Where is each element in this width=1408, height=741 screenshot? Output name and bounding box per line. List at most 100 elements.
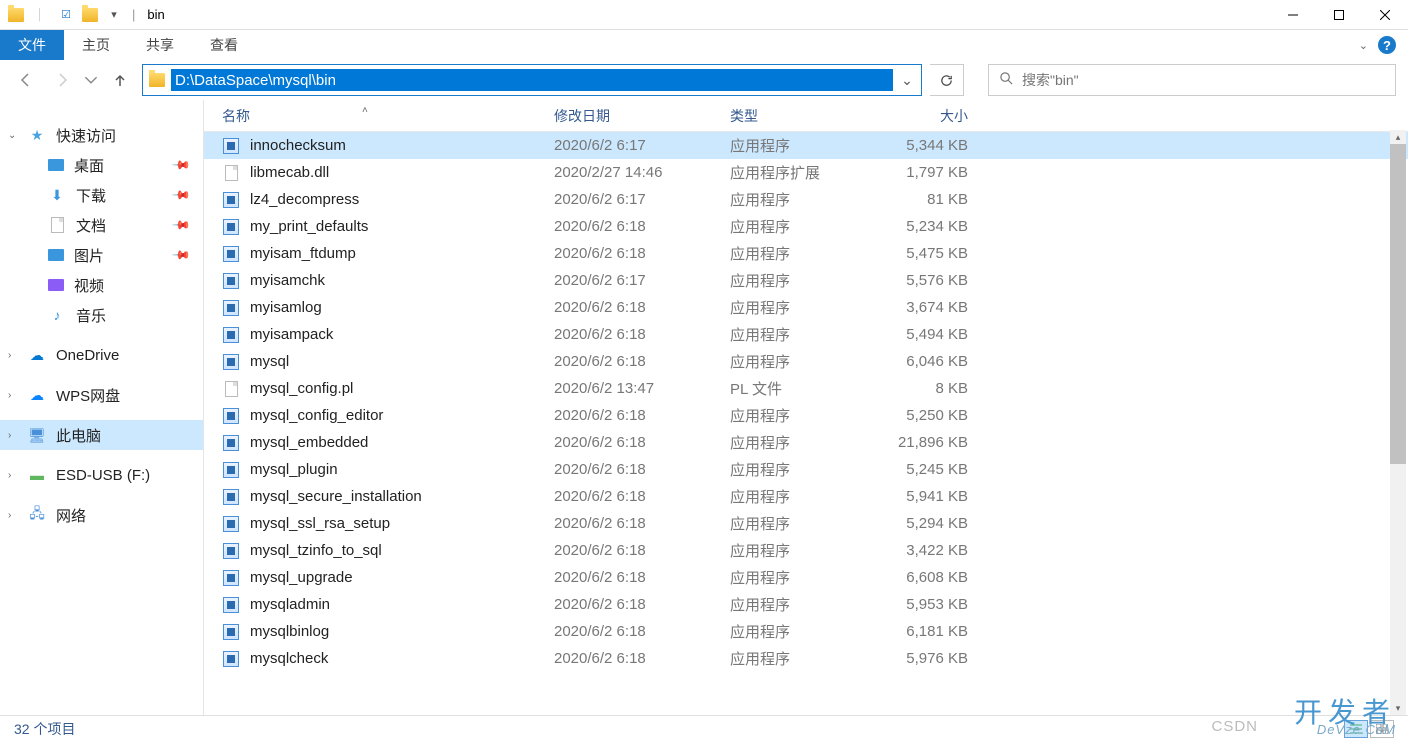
close-button[interactable] — [1362, 0, 1408, 30]
help-icon[interactable]: ? — [1378, 36, 1396, 54]
scroll-thumb[interactable] — [1390, 144, 1406, 464]
chevron-right-icon[interactable]: › — [8, 510, 11, 521]
file-row[interactable]: my_print_defaults2020/6/2 6:18应用程序5,234 … — [204, 213, 1408, 240]
file-row[interactable]: mysql_embedded2020/6/2 6:18应用程序21,896 KB — [204, 429, 1408, 456]
file-name: mysql_config.pl — [250, 380, 554, 397]
pin-icon: 📌 — [171, 185, 191, 205]
file-row[interactable]: myisampack2020/6/2 6:18应用程序5,494 KB — [204, 321, 1408, 348]
sidebar-wps[interactable]: ›☁WPS网盘 — [0, 380, 203, 410]
nav-back-button[interactable] — [12, 66, 40, 94]
file-row[interactable]: myisamlog2020/6/2 6:18应用程序3,674 KB — [204, 294, 1408, 321]
qat-check-icon[interactable]: ☑ — [56, 5, 76, 25]
chevron-right-icon[interactable]: › — [8, 430, 11, 441]
sidebar-network[interactable]: ›🖧网络 — [0, 500, 203, 530]
file-row[interactable]: lz4_decompress2020/6/2 6:17应用程序81 KB — [204, 186, 1408, 213]
file-type: 应用程序 — [730, 270, 884, 291]
file-row[interactable]: mysql_upgrade2020/6/2 6:18应用程序6,608 KB — [204, 564, 1408, 591]
sidebar-music[interactable]: ♪音乐 — [0, 300, 203, 330]
sort-asc-icon: ˄ — [362, 105, 368, 116]
scroll-down-icon[interactable]: ▾ — [1390, 701, 1406, 715]
nav-forward-button[interactable] — [48, 66, 76, 94]
ribbon-collapse-icon[interactable]: ⌄ — [1359, 39, 1368, 52]
details-view-button[interactable] — [1344, 720, 1368, 738]
file-size: 6,608 KB — [884, 569, 968, 586]
file-date: 2020/6/2 6:18 — [554, 596, 730, 613]
folder-icon — [8, 8, 24, 22]
file-row[interactable]: mysqlcheck2020/6/2 6:18应用程序5,976 KB — [204, 645, 1408, 672]
file-row[interactable]: mysql_config_editor2020/6/2 6:18应用程序5,25… — [204, 402, 1408, 429]
sidebar-this-pc[interactable]: ›🖥此电脑 — [0, 420, 203, 450]
pin-icon: 📌 — [171, 245, 191, 265]
file-row[interactable]: myisam_ftdump2020/6/2 6:18应用程序5,475 KB — [204, 240, 1408, 267]
chevron-right-icon[interactable]: › — [8, 470, 11, 481]
qat-dropdown-icon[interactable]: ▾ — [104, 5, 124, 25]
file-size: 3,422 KB — [884, 542, 968, 559]
file-row[interactable]: mysqladmin2020/6/2 6:18应用程序5,953 KB — [204, 591, 1408, 618]
file-size: 5,494 KB — [884, 326, 968, 343]
column-date[interactable]: 修改日期 — [554, 106, 730, 126]
column-size[interactable]: 大小 — [884, 106, 968, 126]
sidebar-item-label: 图片 — [74, 245, 104, 266]
file-row[interactable]: mysql_ssl_rsa_setup2020/6/2 6:18应用程序5,29… — [204, 510, 1408, 537]
nav-history-dropdown[interactable] — [84, 66, 98, 94]
app-icon — [222, 488, 240, 506]
column-type[interactable]: 类型 — [730, 106, 884, 126]
sidebar-videos[interactable]: 视频 — [0, 270, 203, 300]
file-size: 6,181 KB — [884, 623, 968, 640]
sidebar-pictures[interactable]: 图片 📌 — [0, 240, 203, 270]
sidebar-quick-access[interactable]: ⌄ ★ 快速访问 — [0, 120, 203, 150]
scroll-up-icon[interactable]: ▴ — [1390, 130, 1406, 144]
file-row[interactable]: mysql_config.pl2020/6/2 13:47PL 文件8 KB — [204, 375, 1408, 402]
address-input[interactable] — [171, 69, 893, 91]
star-icon: ★ — [28, 127, 46, 143]
tab-share[interactable]: 共享 — [128, 30, 192, 60]
file-size: 21,896 KB — [884, 434, 968, 451]
pc-icon: 🖥 — [28, 427, 46, 443]
search-box[interactable] — [988, 64, 1396, 96]
file-row[interactable]: mysql_tzinfo_to_sql2020/6/2 6:18应用程序3,42… — [204, 537, 1408, 564]
sidebar-downloads[interactable]: ⬇下载📌 — [0, 180, 203, 210]
file-row[interactable]: mysql_secure_installation2020/6/2 6:18应用… — [204, 483, 1408, 510]
nav-up-button[interactable] — [106, 66, 134, 94]
network-icon: 🖧 — [28, 507, 46, 523]
tab-file[interactable]: 文件 — [0, 30, 64, 60]
address-dropdown-icon[interactable]: ⌄ — [893, 72, 921, 89]
file-name: myisampack — [250, 326, 554, 343]
minimize-button[interactable] — [1270, 0, 1316, 30]
file-list[interactable]: innochecksum2020/6/2 6:17应用程序5,344 KBlib… — [204, 132, 1408, 715]
file-name: mysql_plugin — [250, 461, 554, 478]
sidebar-documents[interactable]: 文档📌 — [0, 210, 203, 240]
vertical-scrollbar[interactable]: ▴ ▾ — [1390, 130, 1406, 715]
chevron-down-icon[interactable]: ⌄ — [8, 130, 16, 141]
file-row[interactable]: mysqlbinlog2020/6/2 6:18应用程序6,181 KB — [204, 618, 1408, 645]
qat-folder-icon[interactable] — [82, 8, 98, 22]
address-bar[interactable]: ⌄ — [142, 64, 922, 96]
app-icon — [222, 515, 240, 533]
file-row[interactable]: libmecab.dll2020/2/27 14:46应用程序扩展1,797 K… — [204, 159, 1408, 186]
maximize-button[interactable] — [1316, 0, 1362, 30]
file-row[interactable]: mysql2020/6/2 6:18应用程序6,046 KB — [204, 348, 1408, 375]
app-icon — [222, 623, 240, 641]
chevron-right-icon[interactable]: › — [8, 350, 11, 361]
picture-icon — [48, 249, 64, 261]
file-size: 5,941 KB — [884, 488, 968, 505]
column-name[interactable]: 名称˄ — [222, 106, 554, 126]
thumbnails-view-button[interactable] — [1370, 720, 1394, 738]
chevron-right-icon[interactable]: › — [8, 390, 11, 401]
app-icon — [222, 191, 240, 209]
qat: │ ☑ ▾ | bin — [0, 5, 165, 25]
sidebar-desktop[interactable]: 桌面📌 — [0, 150, 203, 180]
refresh-button[interactable] — [930, 64, 964, 96]
file-icon — [222, 380, 240, 398]
cloud-icon: ☁ — [28, 347, 46, 363]
file-row[interactable]: mysql_plugin2020/6/2 6:18应用程序5,245 KB — [204, 456, 1408, 483]
search-input[interactable] — [1022, 72, 1385, 88]
file-size: 5,294 KB — [884, 515, 968, 532]
sidebar-onedrive[interactable]: ›☁OneDrive — [0, 340, 203, 370]
file-row[interactable]: innochecksum2020/6/2 6:17应用程序5,344 KB — [204, 132, 1408, 159]
tab-home[interactable]: 主页 — [64, 30, 128, 60]
app-icon — [222, 407, 240, 425]
file-row[interactable]: myisamchk2020/6/2 6:17应用程序5,576 KB — [204, 267, 1408, 294]
tab-view[interactable]: 查看 — [192, 30, 256, 60]
sidebar-esd-usb[interactable]: ›▬ESD-USB (F:) — [0, 460, 203, 490]
